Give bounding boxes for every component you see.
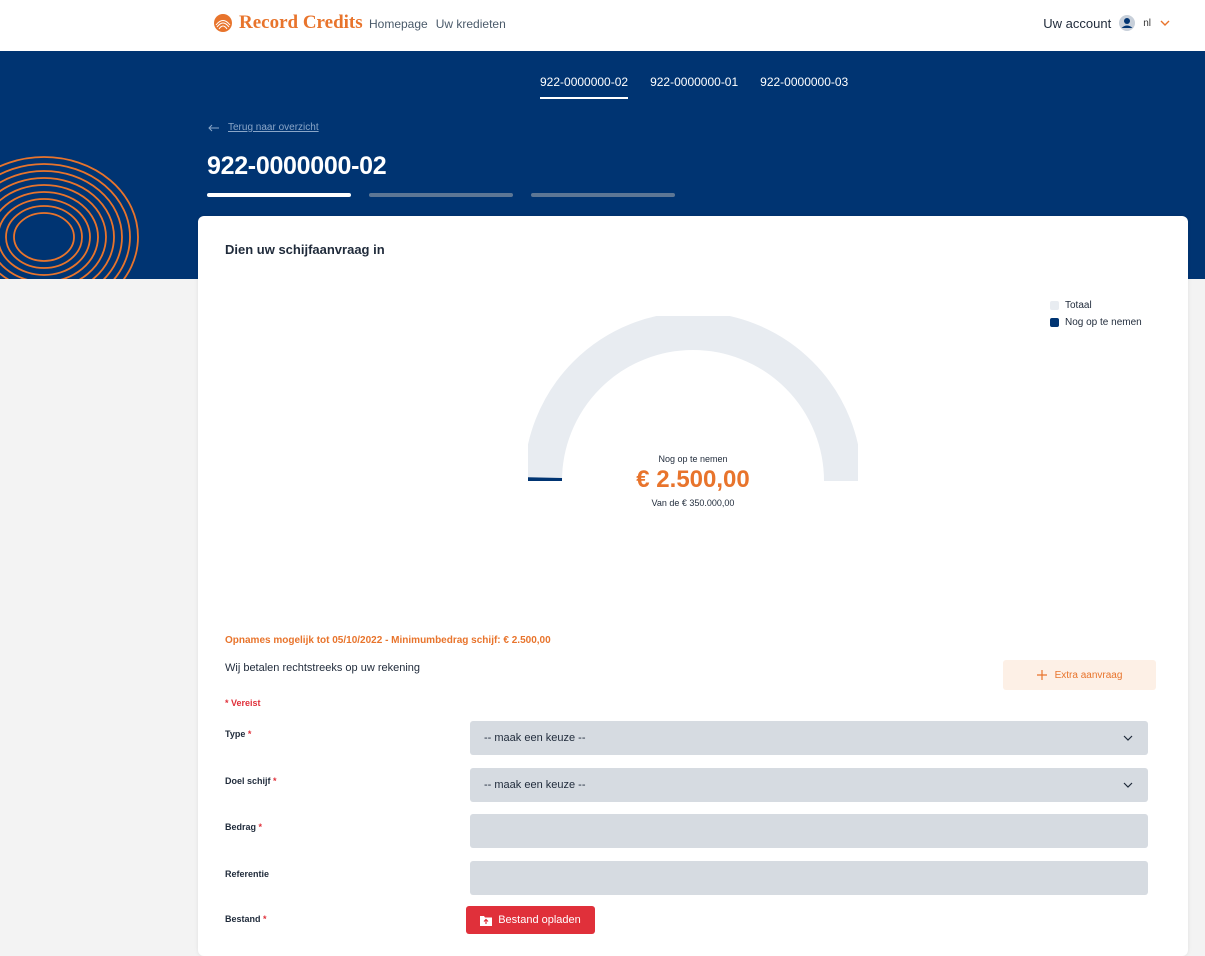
brand-name: Record Credits — [239, 12, 363, 34]
chevron-down-icon — [1122, 732, 1134, 744]
required-star: * — [248, 729, 252, 739]
gauge-center-text: Nog op te nemen € 2.500,00 Van de € 350.… — [578, 454, 808, 508]
required-note: * Vereist — [225, 698, 261, 708]
legend-label: Nog op te nemen — [1065, 317, 1142, 328]
user-avatar-icon[interactable] — [1119, 15, 1135, 31]
tab-credit-02[interactable]: 922-0000000-02 — [540, 75, 628, 99]
doel-label-text: Doel schijf — [225, 776, 271, 786]
type-label-text: Type — [225, 729, 245, 739]
brand-logo[interactable]: Record Credits — [213, 12, 363, 34]
legend-swatch — [1050, 301, 1059, 310]
chevron-down-icon — [1122, 779, 1134, 791]
type-select[interactable]: -- maak een keuze -- — [470, 721, 1148, 755]
step-bar-2 — [369, 193, 513, 197]
legend-swatch — [1050, 318, 1059, 327]
type-select-value[interactable]: -- maak een keuze -- — [484, 732, 1122, 744]
credit-tabs: 922-0000000-02 922-0000000-01 922-000000… — [540, 75, 848, 99]
legend-item-nog-op-te-nemen: Nog op te nemen — [1050, 317, 1142, 328]
referentie-label-text: Referentie — [225, 869, 269, 879]
plus-icon — [1037, 670, 1047, 680]
withdrawal-notice: Opnames mogelijk tot 05/10/2022 - Minimu… — [225, 635, 551, 646]
upload-file-label[interactable]: Bestand opladen — [498, 914, 581, 926]
account-menu[interactable]: Uw account nl — [1043, 15, 1171, 31]
gauge-label: Nog op te nemen — [578, 454, 808, 464]
card-title: Dien uw schijfaanvraag in — [225, 242, 385, 257]
step-bar-3 — [531, 193, 675, 197]
gauge-subtext: Van de € 350.000,00 — [578, 498, 808, 508]
request-card: Dien uw schijfaanvraag in Totaal Nog op … — [198, 216, 1188, 956]
back-to-overview-link[interactable]: Terug naar overzicht — [208, 122, 319, 133]
doel-schijf-select[interactable]: -- maak een keuze -- — [470, 768, 1148, 802]
required-star: * — [263, 914, 267, 924]
chevron-down-icon[interactable] — [1159, 17, 1171, 29]
doel-select-value[interactable]: -- maak een keuze -- — [484, 779, 1122, 791]
fingerprint-decoration-icon — [0, 147, 139, 279]
gauge-legend: Totaal Nog op te nemen — [1050, 300, 1142, 334]
gauge-value: € 2.500,00 — [578, 466, 808, 494]
tab-credit-01[interactable]: 922-0000000-01 — [650, 75, 738, 99]
bedrag-input[interactable] — [470, 814, 1148, 848]
nav-uw-kredieten[interactable]: Uw kredieten — [436, 17, 506, 31]
language-selector[interactable]: nl — [1143, 18, 1151, 29]
payment-info-text: Wij betalen rechtstreeks op uw rekening — [225, 662, 420, 674]
top-navbar: Record Credits Homepage Uw kredieten Uw … — [0, 0, 1205, 51]
page-title: 922-0000000-02 — [207, 152, 386, 181]
tab-credit-03[interactable]: 922-0000000-03 — [760, 75, 848, 99]
arrow-left-icon — [208, 124, 220, 132]
type-label: Type * — [225, 729, 251, 739]
bedrag-label: Bedrag * — [225, 822, 262, 832]
extra-request-label[interactable]: Extra aanvraag — [1055, 670, 1123, 681]
upload-file-button[interactable]: Bestand opladen — [466, 906, 595, 934]
bedrag-label-text: Bedrag — [225, 822, 256, 832]
doel-schijf-label: Doel schijf * — [225, 776, 277, 786]
back-link-label[interactable]: Terug naar overzicht — [228, 122, 319, 133]
extra-request-button[interactable]: Extra aanvraag — [1003, 660, 1156, 690]
referentie-label: Referentie — [225, 869, 269, 879]
referentie-input[interactable] — [470, 861, 1148, 895]
bestand-label-text: Bestand — [225, 914, 261, 924]
legend-label: Totaal — [1065, 300, 1092, 311]
nav-homepage[interactable]: Homepage — [369, 17, 428, 31]
step-progress — [207, 193, 675, 197]
fingerprint-logo-icon — [213, 13, 233, 33]
account-label[interactable]: Uw account — [1043, 16, 1111, 31]
required-star: * — [259, 822, 263, 832]
required-star: * — [273, 776, 277, 786]
bestand-label: Bestand * — [225, 914, 267, 924]
folder-upload-icon — [480, 915, 492, 926]
main-nav: Homepage Uw kredieten — [369, 17, 506, 31]
legend-item-totaal: Totaal — [1050, 300, 1142, 311]
step-bar-1 — [207, 193, 351, 197]
